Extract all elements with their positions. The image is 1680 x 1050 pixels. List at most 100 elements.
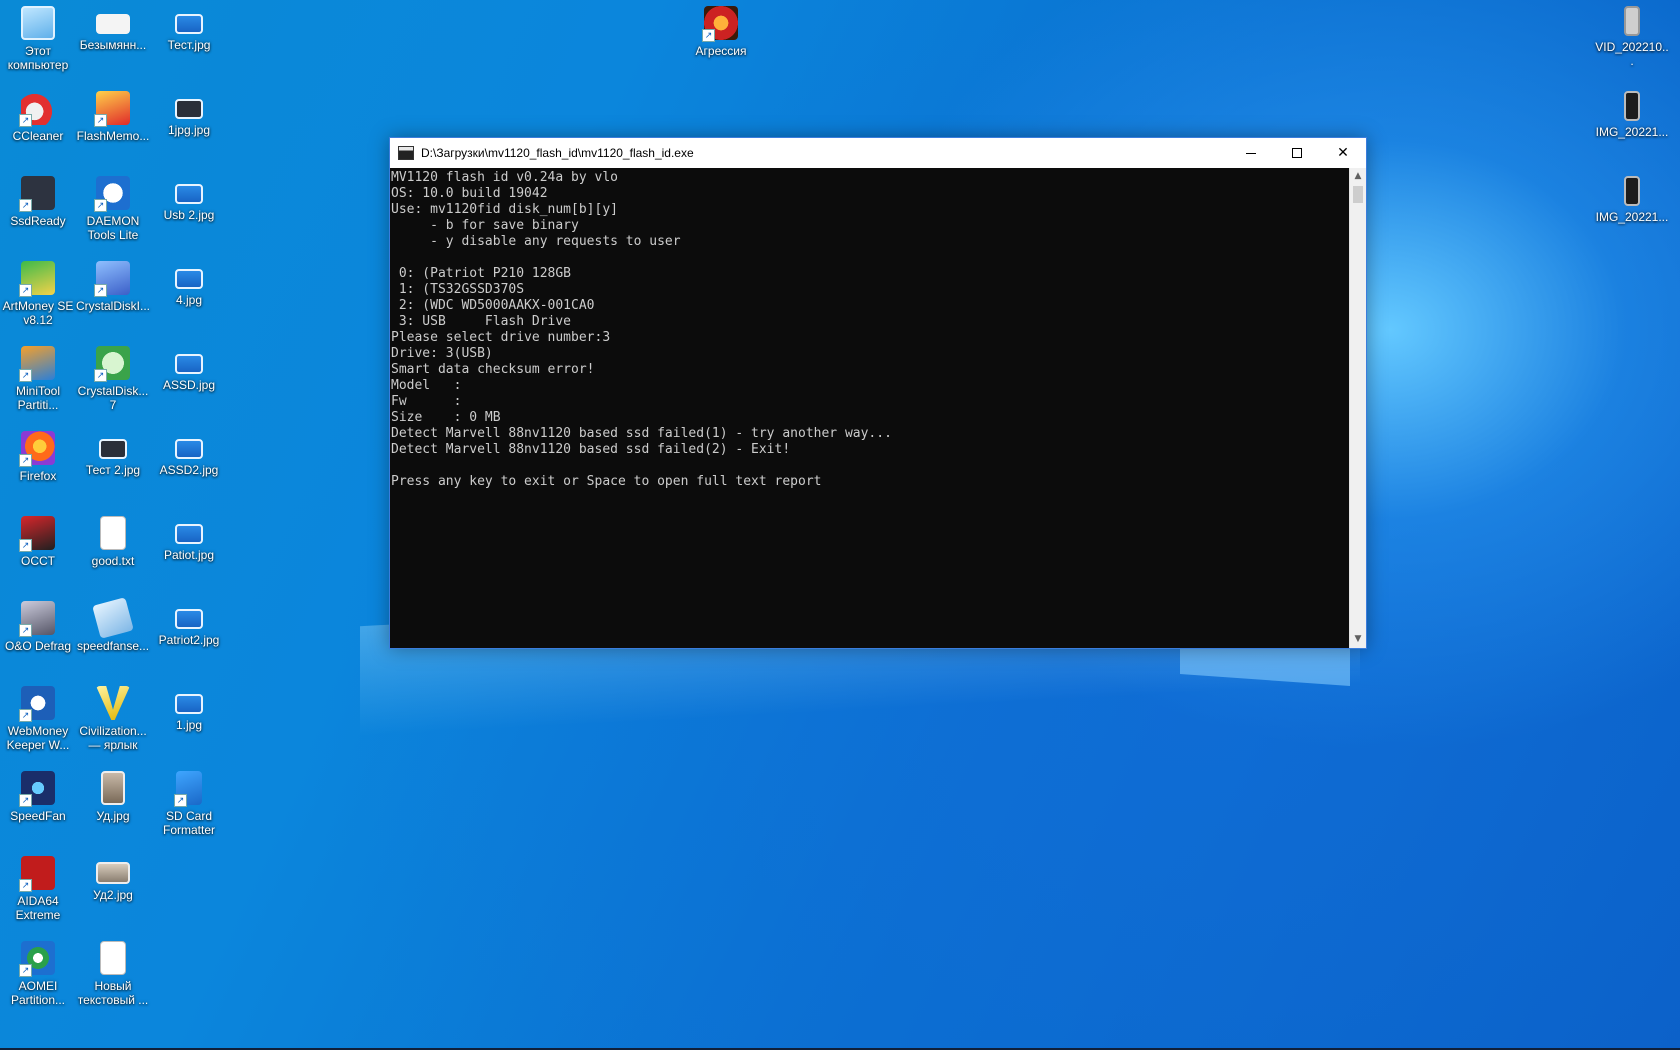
console-line: MV1120 flash id v0.24a by vlo	[391, 170, 618, 185]
minitool-icon	[19, 346, 55, 382]
desktop-icon-ud-jpg[interactable]: Уд.jpg	[75, 765, 151, 845]
console-line: Size : 0 MB	[391, 410, 501, 425]
desktop-icon-assd2-jpg[interactable]: ASSD2.jpg	[151, 425, 227, 505]
desktop-icon-untitled-image[interactable]: Безымянн...	[75, 0, 151, 80]
scroll-up-arrow-icon[interactable]: ▲	[1350, 168, 1366, 185]
console-line: 0: (Patriot P210 128GB	[391, 266, 572, 281]
desktop-icon-civilization[interactable]: Civilization... — ярлык	[75, 680, 151, 760]
window-title: D:\Загрузки\mv1120_flash_id\mv1120_flash…	[421, 146, 694, 160]
desktop-icon-ccleaner[interactable]: CCleaner	[0, 85, 76, 165]
desktop-icon-aomei[interactable]: AOMEI Partition...	[0, 935, 76, 1015]
desktop-icon-flashmemory[interactable]: FlashMemo...	[75, 85, 151, 165]
paint-image-icon	[96, 14, 130, 34]
desktop-icon-occt[interactable]: OCCT	[0, 510, 76, 590]
desktop-icon-1jpg-jpg[interactable]: 1jpg.jpg	[151, 85, 227, 165]
webmoney-icon	[19, 686, 55, 722]
desktop-icon-speedfan-setup[interactable]: speedfanse...	[75, 595, 151, 675]
desktop-icon-good-txt[interactable]: good.txt	[75, 510, 151, 590]
desktop-icon-speedfan[interactable]: SpeedFan	[0, 765, 76, 845]
scroll-thumb[interactable]	[1353, 186, 1363, 203]
image-file-icon	[175, 694, 203, 714]
console-line: - b for save binary	[391, 218, 579, 233]
aomei-icon	[19, 941, 55, 977]
desktop-icon-4-jpg[interactable]: 4.jpg	[151, 255, 227, 335]
desktop-icon-firefox[interactable]: Firefox	[0, 425, 76, 505]
desktop-icon-daemon-tools[interactable]: DAEMON Tools Lite	[75, 170, 151, 250]
desktop-icon-ssdready[interactable]: SsdReady	[0, 170, 76, 250]
desktop-icon-video[interactable]: VID_202210...	[1594, 0, 1670, 80]
desktop-icon-img-2[interactable]: IMG_20221...	[1594, 170, 1670, 250]
console-output[interactable]: MV1120 flash id v0.24a by vlo OS: 10.0 bu…	[390, 168, 1349, 648]
desktop-icon-minitool[interactable]: MiniTool Partiti...	[0, 340, 76, 420]
desktop-icon-crystaldiskinfo[interactable]: CrystalDiskI...	[75, 255, 151, 335]
console-line: Detect Marvell 88nv1120 based ssd failed…	[391, 426, 892, 441]
close-icon: ✕	[1337, 145, 1349, 161]
desktop-icon-patiot-jpg[interactable]: Patiot.jpg	[151, 510, 227, 590]
maximize-icon	[1292, 148, 1302, 158]
console-line: OS: 10.0 build 19042	[391, 186, 548, 201]
ccleaner-icon	[19, 91, 55, 127]
computer-icon	[21, 6, 55, 40]
console-line: Use: mv1120fid disk_num[b][y]	[391, 202, 618, 217]
image-file-icon	[175, 609, 203, 629]
window-controls: ✕	[1228, 138, 1366, 168]
console-line: 3: USB Flash Drive	[391, 314, 572, 329]
sd-card-icon	[174, 771, 202, 807]
console-line: Press any key to exit or Space to open f…	[391, 474, 822, 489]
desktop-icon-1-jpg[interactable]: 1.jpg	[151, 680, 227, 760]
crystaldiskmark-icon	[94, 346, 130, 382]
oodefrag-icon	[19, 601, 55, 637]
artmoney-icon	[19, 261, 55, 297]
aida64-icon	[19, 856, 55, 892]
image-file-icon	[175, 269, 203, 289]
desktop-icon-aida64[interactable]: AIDA64 Extreme	[0, 850, 76, 930]
text-file-icon	[100, 941, 126, 975]
console-app-icon	[398, 146, 414, 160]
flashmemory-icon	[94, 91, 130, 127]
daemon-tools-icon	[94, 176, 130, 212]
console-line: Fw :	[391, 394, 462, 409]
desktop-icon-this-pc[interactable]: Этот компьютер	[0, 0, 76, 80]
console-line: 1: (TS32GSSD370S	[391, 282, 525, 297]
console-line: 2: (WDC WD5000AAKX-001CA0	[391, 298, 595, 313]
desktop-icon-agressiya[interactable]: Агрессия	[683, 0, 759, 80]
scroll-down-arrow-icon[interactable]: ▼	[1350, 631, 1366, 648]
desktop-icon-patriot2-jpg[interactable]: Patriot2.jpg	[151, 595, 227, 675]
image-file-icon	[175, 99, 203, 119]
window-titlebar[interactable]: D:\Загрузки\mv1120_flash_id\mv1120_flash…	[390, 138, 1366, 168]
minimize-button[interactable]	[1228, 138, 1274, 168]
desktop-icon-ud2-jpg[interactable]: Уд2.jpg	[75, 850, 151, 930]
desktop-icon-new-text-doc[interactable]: Новый текстовый ...	[75, 935, 151, 1015]
image-file-icon	[175, 524, 203, 544]
desktop-icon-sd-card-formatter[interactable]: SD Card Formatter	[151, 765, 227, 845]
image-file-icon	[175, 439, 203, 459]
desktop-icon-crystaldiskmark[interactable]: CrystalDisk... 7	[75, 340, 151, 420]
console-line: Smart data checksum error!	[391, 362, 595, 377]
maximize-button[interactable]	[1274, 138, 1320, 168]
desktop-icon-test2-jpg[interactable]: Тест 2.jpg	[75, 425, 151, 505]
video-file-icon	[1624, 6, 1640, 36]
desktop-icon-artmoney[interactable]: ArtMoney SE v8.12	[0, 255, 76, 335]
civilization-icon	[96, 686, 130, 720]
console-window[interactable]: D:\Загрузки\mv1120_flash_id\mv1120_flash…	[389, 137, 1367, 649]
desktop-icon-oodefrag[interactable]: O&O Defrag	[0, 595, 76, 675]
desktop-icon-assd-jpg[interactable]: ASSD.jpg	[151, 340, 227, 420]
console-line: Please select drive number:3	[391, 330, 611, 345]
crystaldiskinfo-icon	[94, 261, 130, 297]
desktop-icon-test-jpg[interactable]: Тест.jpg	[151, 0, 227, 80]
desktop-icon-webmoney[interactable]: WebMoney Keeper W...	[0, 680, 76, 760]
image-file-icon	[175, 184, 203, 204]
text-file-icon	[100, 516, 126, 550]
vertical-scrollbar[interactable]: ▲ ▼	[1349, 168, 1366, 648]
desktop-icon-img-1[interactable]: IMG_20221...	[1594, 85, 1670, 165]
image-file-icon	[101, 771, 125, 805]
close-button[interactable]: ✕	[1320, 138, 1366, 168]
image-file-icon	[1624, 176, 1640, 206]
desktop-icon-usb2-jpg[interactable]: Usb 2.jpg	[151, 170, 227, 250]
image-file-icon	[96, 862, 130, 884]
image-file-icon	[175, 354, 203, 374]
occt-icon	[19, 516, 55, 552]
speedfan-setup-icon	[92, 597, 134, 639]
console-line: Drive: 3(USB)	[391, 346, 493, 361]
